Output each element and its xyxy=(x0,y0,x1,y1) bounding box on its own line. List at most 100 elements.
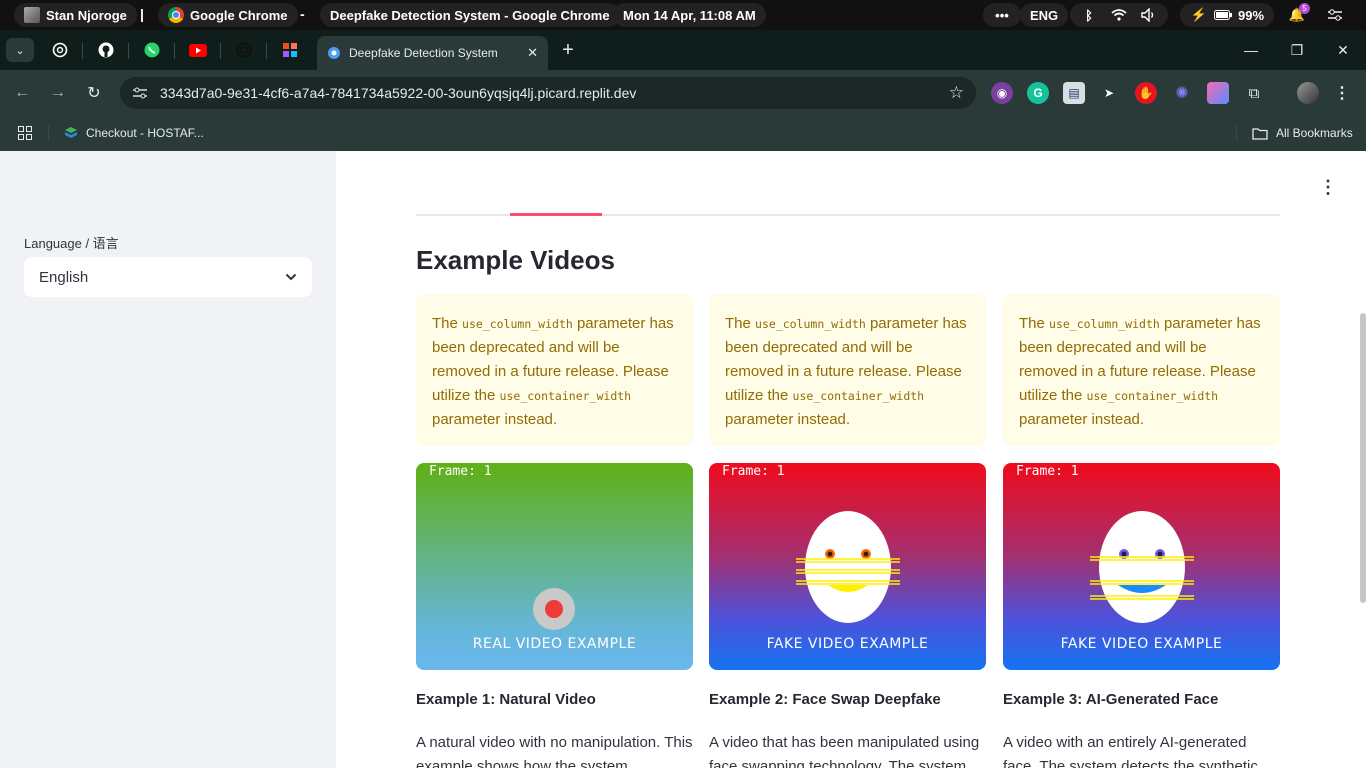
burst-extension-icon[interactable]: ✺ xyxy=(1171,82,1193,104)
app-grid-icon xyxy=(283,43,297,57)
os-battery-group[interactable]: ⚡ 99% xyxy=(1180,3,1275,27)
maximize-button[interactable]: ❐ xyxy=(1282,38,1312,62)
example-title: Example 2: Face Swap Deepfake xyxy=(709,691,941,708)
profile-avatar[interactable] xyxy=(1297,82,1319,104)
bluetooth-icon[interactable]: ᛒ xyxy=(1080,6,1098,24)
face-illustration-icon xyxy=(796,511,900,623)
tab-search-button[interactable]: ⌄ xyxy=(6,38,34,62)
adblock-icon[interactable]: ✋ xyxy=(1135,82,1157,104)
pinned-tab-youtube[interactable] xyxy=(184,38,212,62)
bookmark-divider xyxy=(48,125,49,141)
toggles-icon xyxy=(1326,6,1344,24)
tab-deepfake-detection[interactable]: Deepfake Detection System ✕ xyxy=(317,36,548,70)
close-tab-icon[interactable]: ✕ xyxy=(527,45,538,61)
eye-extension-icon[interactable]: ◉ xyxy=(991,82,1013,104)
new-tab-button[interactable]: + xyxy=(553,38,583,62)
warning-code: use_container_width xyxy=(1086,389,1219,403)
bookmarks-bar: Checkout - HOSTAF... All Bookmarks xyxy=(0,116,1366,151)
pinned-tab-whatsapp[interactable] xyxy=(138,38,166,62)
reload-button[interactable]: ↻ xyxy=(82,81,106,105)
warning-code: use_container_width xyxy=(499,389,632,403)
example-description: A video that has been manipulated using … xyxy=(709,734,980,768)
pinned-tab-github[interactable] xyxy=(92,38,120,62)
warning-text: parameter instead. xyxy=(1019,411,1145,428)
restore-icon: ❐ xyxy=(1290,41,1304,58)
minimize-icon: — xyxy=(1244,42,1258,58)
language-select-value: English xyxy=(39,268,89,286)
all-bookmarks-label: All Bookmarks xyxy=(1276,126,1353,140)
plus-icon: + xyxy=(562,38,574,61)
frame-label: Frame: 1 xyxy=(1016,464,1079,479)
frame-label: Frame: 1 xyxy=(429,464,492,479)
reader-extension-icon[interactable]: ▤ xyxy=(1063,82,1085,104)
bookmark-divider xyxy=(1236,125,1237,141)
os-top-bar: Stan Njoroge | Google Chrome - Deepfake … xyxy=(0,0,1366,30)
openai-icon xyxy=(52,42,68,58)
language-select[interactable]: English xyxy=(24,257,312,297)
youtube-icon xyxy=(189,43,207,57)
bell-icon: 🔔 5 xyxy=(1288,3,1310,24)
site-settings-icon[interactable] xyxy=(132,86,148,100)
os-language[interactable]: ENG xyxy=(1020,3,1069,27)
pinned-tab-openai[interactable] xyxy=(46,38,74,62)
os-app-indicator[interactable]: Google Chrome xyxy=(158,3,298,27)
chevron-down-icon xyxy=(285,273,297,281)
os-app-name: Google Chrome xyxy=(190,7,288,23)
tab-divider xyxy=(82,43,83,59)
example-video-real[interactable]: Frame: 1 REAL VIDEO EXAMPLE xyxy=(416,463,693,670)
hostafrica-favicon-icon xyxy=(65,127,77,138)
settings-toggles[interactable] xyxy=(1326,6,1344,24)
chrome-menu-icon[interactable]: ⋮ xyxy=(1331,82,1353,104)
battery-percent: 99% xyxy=(1238,7,1265,23)
bookmark-item[interactable]: Checkout - HOSTAF... xyxy=(64,123,204,143)
page-scrollbar[interactable] xyxy=(1360,313,1366,603)
close-window-button[interactable]: ✕ xyxy=(1328,38,1358,62)
os-window-title[interactable]: Deepfake Detection System - Google Chrom… xyxy=(320,3,620,27)
example-title: Example 1: Natural Video xyxy=(416,691,596,708)
active-tab-title: Deepfake Detection System xyxy=(349,46,498,60)
tab-divider xyxy=(174,43,175,59)
example-video-ai-generated[interactable]: Frame: 1 FAKE VIDEO EXAMPLE xyxy=(1003,463,1280,670)
folder-icon xyxy=(1252,127,1268,140)
language-label: Language / 语言 xyxy=(24,236,119,251)
gradient-extension-icon[interactable] xyxy=(1207,82,1229,104)
sidebar: Language / 语言 English xyxy=(0,151,336,768)
address-bar[interactable]: 3343d7a0-9e31-4cf6-a7a4-7841734a5922-00-… xyxy=(120,77,976,109)
more-dots-icon[interactable]: ••• xyxy=(993,6,1011,24)
warning-code: use_container_width xyxy=(792,389,925,403)
apps-grid-button[interactable] xyxy=(18,123,32,143)
example-video-faceswap[interactable]: Frame: 1 FAKE VIDEO EXAMPLE xyxy=(709,463,986,670)
app-menu-button[interactable]: ⋮ xyxy=(1318,177,1338,197)
volume-icon[interactable] xyxy=(1140,6,1158,24)
forward-button[interactable]: → xyxy=(46,81,70,105)
extensions-puzzle-icon[interactable]: ⧉ xyxy=(1243,82,1265,104)
active-tab-indicator[interactable] xyxy=(510,213,602,216)
os-user-name: Stan Njoroge xyxy=(46,7,127,23)
pinned-tab-chatgpt[interactable] xyxy=(230,38,258,62)
apps-grid-icon xyxy=(18,126,32,140)
warning-code: use_column_width xyxy=(755,317,866,331)
notifications-bell[interactable]: 🔔 5 xyxy=(1288,3,1310,24)
bookmark-star-icon[interactable]: ☆ xyxy=(949,83,964,103)
warning-code: use_column_width xyxy=(462,317,573,331)
back-button[interactable]: ← xyxy=(10,81,34,105)
grammarly-icon[interactable]: G xyxy=(1027,82,1049,104)
all-bookmarks-button[interactable]: All Bookmarks xyxy=(1252,123,1353,143)
frame-label: Frame: 1 xyxy=(722,464,785,479)
warning-text: parameter instead. xyxy=(725,411,851,428)
notification-badge: 5 xyxy=(1299,3,1310,14)
pinned-tab-figma[interactable] xyxy=(276,38,304,62)
os-user-indicator[interactable]: Stan Njoroge xyxy=(14,3,137,27)
streamlit-favicon-icon xyxy=(328,47,340,59)
minimize-button[interactable]: — xyxy=(1236,38,1266,62)
wifi-icon[interactable] xyxy=(1110,6,1128,24)
tab-divider xyxy=(266,43,267,59)
cursor-extension-icon[interactable]: ➤ xyxy=(1098,82,1120,104)
os-clock[interactable]: Mon 14 Apr, 11:08 AM xyxy=(613,3,766,27)
os-system-tray[interactable]: ••• xyxy=(983,3,1021,27)
arrow-right-icon: → xyxy=(50,84,66,101)
tab-divider xyxy=(220,43,221,59)
arrow-left-icon: ← xyxy=(14,84,30,101)
warning-text: The xyxy=(432,315,463,332)
os-status-icons[interactable]: ᛒ xyxy=(1070,3,1168,27)
